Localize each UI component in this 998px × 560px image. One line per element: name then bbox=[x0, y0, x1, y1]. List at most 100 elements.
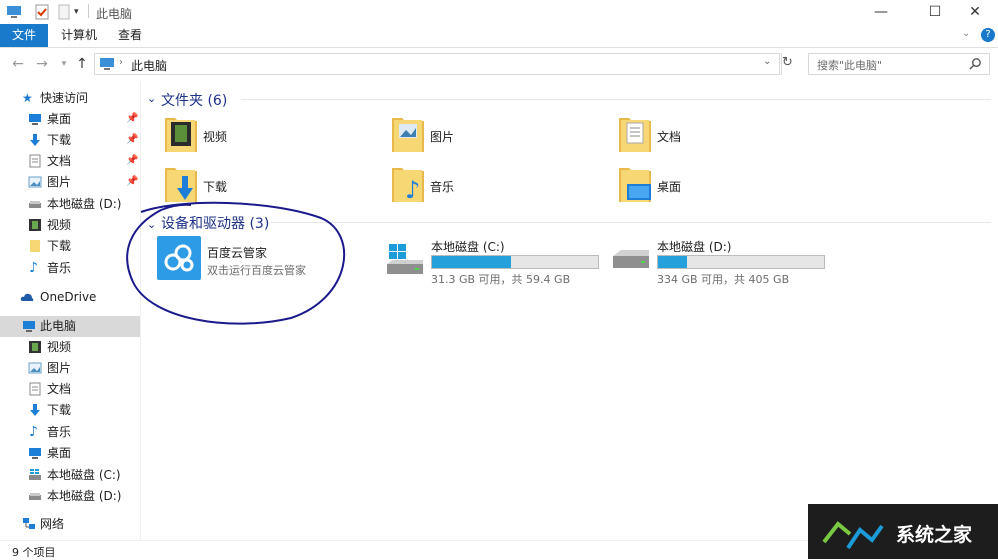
window-title: 此电脑 bbox=[96, 7, 133, 21]
windows-drive-icon bbox=[387, 244, 423, 274]
music-folder-icon: ♪ bbox=[392, 168, 424, 204]
minimize-button[interactable]: — bbox=[858, 0, 904, 24]
properties-icon[interactable] bbox=[34, 4, 50, 20]
refresh-icon[interactable]: ↻ bbox=[782, 55, 793, 70]
nav-pc-music[interactable]: ♪ 音乐 bbox=[0, 422, 140, 442]
computer-icon bbox=[23, 321, 35, 332]
star-icon: ★ bbox=[22, 91, 33, 105]
drive-d-usage-fill bbox=[658, 256, 688, 268]
desktop-icon bbox=[29, 448, 41, 459]
drive-icon bbox=[29, 201, 41, 208]
recent-dropdown-icon[interactable]: ▾ bbox=[56, 56, 72, 72]
download-icon bbox=[30, 404, 40, 416]
folders-group-header[interactable]: 文件夹 (6) bbox=[161, 90, 227, 110]
item-count: 9 个项目 bbox=[12, 546, 56, 559]
close-button[interactable]: ✕ bbox=[952, 0, 998, 24]
search-icon[interactable] bbox=[969, 57, 982, 70]
nav-pc-downloads[interactable]: 下载 bbox=[0, 400, 140, 420]
nav-quick-access[interactable]: ★ 快速访问 bbox=[0, 88, 140, 108]
folder-music[interactable]: ♪ 音乐 bbox=[390, 164, 610, 210]
nav-quick-videos[interactable]: 视频 bbox=[0, 215, 140, 235]
cloud-icon bbox=[20, 293, 34, 301]
desktop-icon bbox=[29, 114, 41, 125]
breadcrumb-chevron-icon: › bbox=[119, 57, 123, 68]
baidu-cloud-name: 百度云管家 bbox=[207, 246, 268, 260]
pin-icon: 📌 bbox=[126, 176, 139, 187]
drive-d[interactable]: 本地磁盘 (D:) 334 GB 可用，共 405 GB bbox=[611, 236, 841, 286]
tab-computer[interactable]: 计算机 bbox=[54, 24, 104, 47]
music-icon: ♪ bbox=[29, 260, 38, 276]
folder-documents[interactable]: 文档 bbox=[617, 114, 837, 160]
ribbon-tabs: 文件 计算机 查看 ⌄ ? bbox=[0, 24, 998, 48]
search-placeholder[interactable]: 搜索"此电脑" bbox=[817, 57, 882, 73]
network-icon bbox=[23, 518, 35, 529]
drive-d-name: 本地磁盘 (D:) bbox=[657, 240, 732, 254]
watermark-logo-icon bbox=[822, 521, 884, 550]
up-arrow-icon[interactable]: ↑ bbox=[74, 56, 90, 72]
watermark: 系统之家 bbox=[808, 504, 998, 559]
download-icon bbox=[30, 134, 40, 146]
folder-icon bbox=[30, 240, 40, 252]
ribbon-expand-icon[interactable]: ⌄ bbox=[962, 28, 970, 39]
group-divider bbox=[241, 99, 991, 100]
folder-pictures[interactable]: 图片 bbox=[390, 114, 610, 160]
nav-onedrive[interactable]: OneDrive bbox=[0, 287, 140, 307]
devices-group-header[interactable]: 设备和驱动器 (3) bbox=[161, 213, 269, 233]
document-icon bbox=[29, 382, 41, 396]
title-divider bbox=[88, 4, 89, 18]
folder-desktop[interactable]: 桌面 bbox=[617, 164, 837, 210]
pin-icon: 📌 bbox=[126, 134, 139, 145]
download-folder-icon bbox=[165, 168, 197, 202]
nav-quick-desktop[interactable]: 桌面 📌 bbox=[0, 109, 140, 129]
nav-this-pc[interactable]: 此电脑 bbox=[0, 316, 140, 337]
nav-quick-drive-d[interactable]: 本地磁盘 (D:) bbox=[0, 194, 140, 214]
address-field[interactable]: › 此电脑 ⌄ bbox=[94, 53, 782, 75]
nav-network[interactable]: 网络 bbox=[0, 514, 140, 534]
navigation-pane: ★ 快速访问 桌面 📌 下载 📌 文档 📌 图片 📌 本地磁盘 (D:) 视频 … bbox=[0, 82, 141, 540]
collapse-chevron-icon[interactable]: ⌄ bbox=[147, 92, 156, 105]
address-path[interactable]: 此电脑 bbox=[131, 57, 167, 74]
drive-c[interactable]: 本地磁盘 (C:) 31.3 GB 可用，共 59.4 GB bbox=[385, 236, 615, 286]
music-icon: ♪ bbox=[29, 424, 38, 440]
nav-pc-drive-c[interactable]: 本地磁盘 (C:) bbox=[0, 465, 140, 485]
nav-quick-music[interactable]: ♪ 音乐 bbox=[0, 258, 140, 278]
baidu-cloud-icon bbox=[157, 236, 201, 280]
tab-view[interactable]: 查看 bbox=[110, 24, 150, 47]
folder-downloads[interactable]: 下载 bbox=[163, 164, 383, 210]
nav-pc-documents[interactable]: 文档 bbox=[0, 379, 140, 399]
computer-icon[interactable] bbox=[6, 4, 22, 20]
drive-icon bbox=[29, 493, 41, 500]
forward-arrow-icon[interactable]: → bbox=[34, 56, 50, 72]
folder-videos[interactable]: 视频 bbox=[163, 114, 383, 160]
nav-quick-downloads[interactable]: 下载 📌 bbox=[0, 130, 140, 150]
title-bar: ▾ 此电脑 — ☐ ✕ bbox=[0, 0, 998, 24]
nav-quick-documents[interactable]: 文档 📌 bbox=[0, 151, 140, 171]
picture-icon bbox=[28, 176, 42, 188]
nav-pc-drive-d[interactable]: 本地磁盘 (D:) bbox=[0, 486, 140, 506]
nav-pc-videos[interactable]: 视频 bbox=[0, 337, 140, 357]
drive-icon bbox=[613, 250, 649, 268]
nav-pc-desktop[interactable]: 桌面 bbox=[0, 443, 140, 463]
collapse-chevron-icon[interactable]: ⌄ bbox=[147, 218, 156, 231]
desktop-folder-icon bbox=[619, 168, 651, 202]
computer-icon bbox=[100, 58, 114, 70]
nav-quick-folder-downloads[interactable]: 下载 bbox=[0, 236, 140, 256]
baidu-cloud-desc: 双击运行百度云管家 bbox=[207, 264, 306, 277]
nav-pc-pictures[interactable]: 图片 bbox=[0, 358, 140, 378]
drive-d-info: 334 GB 可用，共 405 GB bbox=[657, 273, 790, 286]
svg-text:♪: ♪ bbox=[405, 176, 420, 204]
new-folder-icon[interactable] bbox=[56, 4, 72, 20]
drive-c-usage-fill bbox=[432, 256, 511, 268]
search-box[interactable]: 搜索"此电脑" bbox=[808, 53, 990, 75]
watermark-text: 系统之家 bbox=[896, 524, 973, 546]
drive-c-usage-bar bbox=[431, 255, 599, 269]
baidu-cloud-app[interactable]: 百度云管家 双击运行百度云管家 bbox=[157, 234, 357, 284]
tab-file[interactable]: 文件 bbox=[0, 24, 48, 47]
back-arrow-icon[interactable]: ← bbox=[10, 56, 26, 72]
video-icon bbox=[29, 341, 41, 353]
nav-quick-pictures[interactable]: 图片 📌 bbox=[0, 172, 140, 192]
address-dropdown-icon[interactable]: ⌄ bbox=[763, 56, 771, 67]
pin-icon: 📌 bbox=[126, 155, 139, 166]
document-icon bbox=[29, 154, 41, 168]
help-icon[interactable]: ? bbox=[981, 28, 995, 42]
